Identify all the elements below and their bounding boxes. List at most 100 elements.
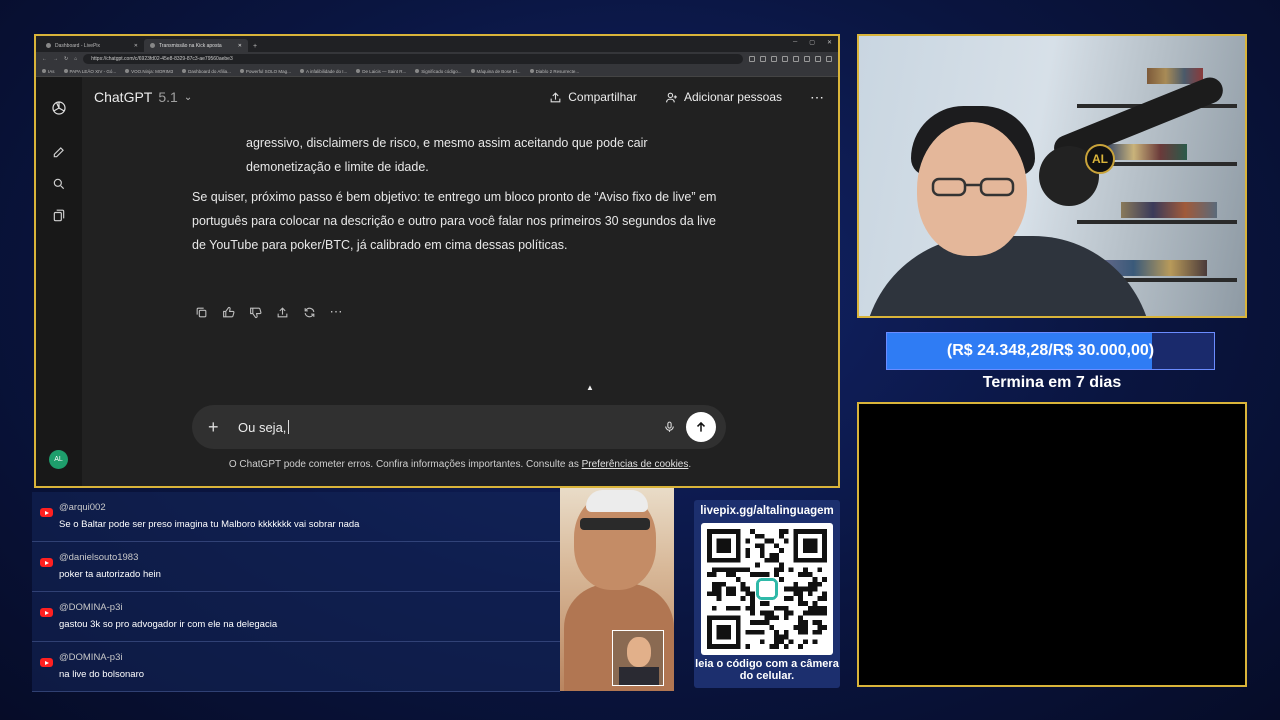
favicon-icon bbox=[470, 69, 475, 73]
bookmark-item[interactable]: Diablo 2 Resurrecte... bbox=[529, 69, 579, 74]
regenerate-icon[interactable] bbox=[302, 305, 316, 319]
add-people-button[interactable]: Adicionar pessoas bbox=[665, 90, 782, 104]
add-person-icon bbox=[666, 92, 677, 102]
microphone-icon[interactable] bbox=[663, 420, 676, 434]
bookmark-item[interactable]: De Laicis — Saint R... bbox=[356, 69, 406, 74]
tab-livepix[interactable]: Dashboard - LivePix ✕ bbox=[40, 39, 144, 52]
tab-title: Transmissão na Kick aposta bbox=[159, 42, 222, 49]
livepix-url: livepix.gg/altalinguagem bbox=[700, 505, 834, 517]
model-name: ChatGPT bbox=[94, 89, 153, 105]
bookmark-label: VOO.Ninja: MORIM3 bbox=[131, 68, 174, 74]
close-window-icon[interactable]: ✕ bbox=[827, 39, 832, 46]
url-field[interactable]: https://chatgpt.com/c/6923fd02-45e8-8329… bbox=[83, 54, 743, 64]
chat-message: @danielsouto1983 poker ta autorizado hei… bbox=[32, 542, 560, 592]
zoom-icon[interactable] bbox=[749, 56, 755, 62]
bookmark-label: Máquina de Bose Ei... bbox=[476, 68, 521, 74]
chat-username: @arqui002 bbox=[59, 502, 106, 513]
library-icon[interactable] bbox=[50, 207, 68, 225]
openai-logo-icon[interactable] bbox=[50, 99, 68, 117]
goal-ends-label: Termina em 7 dias bbox=[982, 374, 1122, 391]
close-tab-icon[interactable]: ✕ bbox=[134, 43, 138, 49]
chat-text: poker ta autorizado hein bbox=[59, 569, 161, 580]
webcam-feed: AL bbox=[857, 34, 1247, 318]
model-selector[interactable]: ChatGPT 5.1 ⌄ bbox=[94, 89, 192, 105]
tab-kick[interactable]: Transmissão na Kick aposta ✕ bbox=[144, 39, 248, 52]
back-icon[interactable]: ← bbox=[42, 56, 47, 62]
mouse-cursor-icon: ▲ bbox=[586, 383, 594, 392]
disclaimer-text: O ChatGPT pode cometer erros. Confira in… bbox=[228, 459, 579, 470]
youtube-icon bbox=[40, 658, 53, 667]
thumbs-down-icon[interactable] bbox=[248, 305, 262, 319]
chat-message: @DOMINA-p3i na live do bolsonaro bbox=[32, 642, 560, 692]
bookmark-item[interactable]: VOO.Ninja: MORIM3 bbox=[125, 69, 173, 74]
favicon-icon bbox=[356, 69, 361, 73]
youtube-icon bbox=[40, 608, 53, 617]
youtube-icon bbox=[40, 558, 53, 567]
copy-icon[interactable] bbox=[194, 305, 208, 319]
home-icon[interactable]: ⌂ bbox=[74, 56, 77, 62]
chat-message: @arqui002 Se o Baltar pode ser preso ima… bbox=[32, 492, 560, 542]
chat-username: @danielsouto1983 bbox=[59, 552, 139, 563]
share-label: Compartilhar bbox=[568, 90, 637, 104]
plus-icon[interactable]: + bbox=[208, 417, 228, 438]
bookmark-item[interactable]: Significado código... bbox=[415, 68, 462, 74]
favicon-icon bbox=[182, 69, 187, 73]
bookmark-item[interactable]: Máquina de Bose Ei... bbox=[470, 68, 521, 74]
maximize-icon[interactable]: ▢ bbox=[809, 39, 815, 46]
extension-icon[interactable] bbox=[793, 56, 799, 62]
bookmark-star-icon[interactable] bbox=[771, 56, 777, 62]
new-tab-icon[interactable]: + bbox=[248, 43, 262, 52]
bookmark-item[interactable]: Powerful SOLO Mag... bbox=[239, 68, 291, 74]
close-tab-icon[interactable]: ✕ bbox=[238, 43, 242, 49]
bookmark-label: De Laicis — Saint R... bbox=[362, 68, 407, 74]
cookie-preferences-link[interactable]: Preferências de cookies bbox=[582, 459, 689, 470]
favicon-icon bbox=[239, 69, 244, 73]
menu-icon[interactable] bbox=[826, 56, 832, 62]
donation-goal-bar: (R$ 24.348,28/R$ 30.000,00) bbox=[886, 332, 1215, 370]
bookmark-item[interactable]: IAs bbox=[42, 69, 55, 74]
bookmark-label: Powerful SOLO Mag... bbox=[245, 68, 291, 74]
extension-icon[interactable] bbox=[782, 56, 788, 62]
bookmark-item[interactable]: PAPA LEÃO XIV - Gó... bbox=[63, 69, 116, 74]
tab-bar: Dashboard - LivePix ✕ Transmissão na Kic… bbox=[36, 36, 838, 52]
share-button[interactable]: Compartilhar bbox=[549, 90, 637, 104]
arrow-up-icon bbox=[696, 421, 706, 432]
more-icon[interactable]: ⋯ bbox=[329, 304, 343, 319]
chat-username: @DOMINA-p3i bbox=[59, 652, 123, 663]
bookmark-item[interactable]: A infalibilidade do I... bbox=[299, 69, 347, 74]
bookmark-label: Dashboard do Afilia... bbox=[188, 68, 231, 74]
share-icon[interactable] bbox=[275, 305, 289, 319]
upload-icon bbox=[550, 91, 561, 102]
bookmark-label: Significado código... bbox=[421, 68, 462, 74]
sidebar-rail: AL bbox=[36, 77, 82, 486]
favicon-icon bbox=[529, 69, 534, 73]
live-chat: @arqui002 Se o Baltar pode ser preso ima… bbox=[32, 492, 560, 694]
minimize-icon[interactable]: ─ bbox=[793, 39, 797, 46]
chat-text: Se o Baltar pode ser preso imagina tu Ma… bbox=[59, 519, 360, 530]
forward-icon[interactable]: → bbox=[53, 56, 58, 62]
more-options-icon[interactable]: ⋯ bbox=[810, 89, 824, 106]
meme-image bbox=[560, 488, 674, 691]
chat-header: ChatGPT 5.1 ⌄ Compartilhar Adicionar pes… bbox=[82, 77, 838, 117]
extensions bbox=[749, 56, 832, 62]
share-icon[interactable] bbox=[760, 56, 766, 62]
avatar[interactable]: AL bbox=[49, 450, 68, 469]
chatgpt-app: AL ChatGPT 5.1 ⌄ Compartilhar Adicionar … bbox=[36, 77, 838, 486]
favicon-icon bbox=[125, 69, 130, 73]
reload-icon[interactable]: ↻ bbox=[64, 56, 68, 62]
extension-icon[interactable] bbox=[804, 56, 810, 62]
header-actions: Compartilhar Adicionar pessoas ⋯ bbox=[549, 89, 838, 106]
message-composer[interactable]: + Ou seja, bbox=[192, 405, 726, 449]
thumbs-up-icon[interactable] bbox=[221, 305, 235, 319]
chat-username: @DOMINA-p3i bbox=[59, 602, 123, 613]
bookmark-item[interactable]: Dashboard do Afilia... bbox=[182, 69, 231, 74]
send-button[interactable] bbox=[686, 412, 716, 442]
chat-message: @DOMINA-p3i gastou 3k so pro advogador i… bbox=[32, 592, 560, 642]
search-icon[interactable] bbox=[50, 175, 68, 193]
text-caret bbox=[288, 419, 290, 434]
favicon-icon bbox=[150, 43, 155, 48]
composer-input[interactable]: Ou seja, bbox=[238, 419, 663, 435]
new-chat-icon[interactable] bbox=[50, 143, 68, 161]
empty-panel bbox=[857, 402, 1247, 687]
profile-icon[interactable] bbox=[815, 56, 821, 62]
